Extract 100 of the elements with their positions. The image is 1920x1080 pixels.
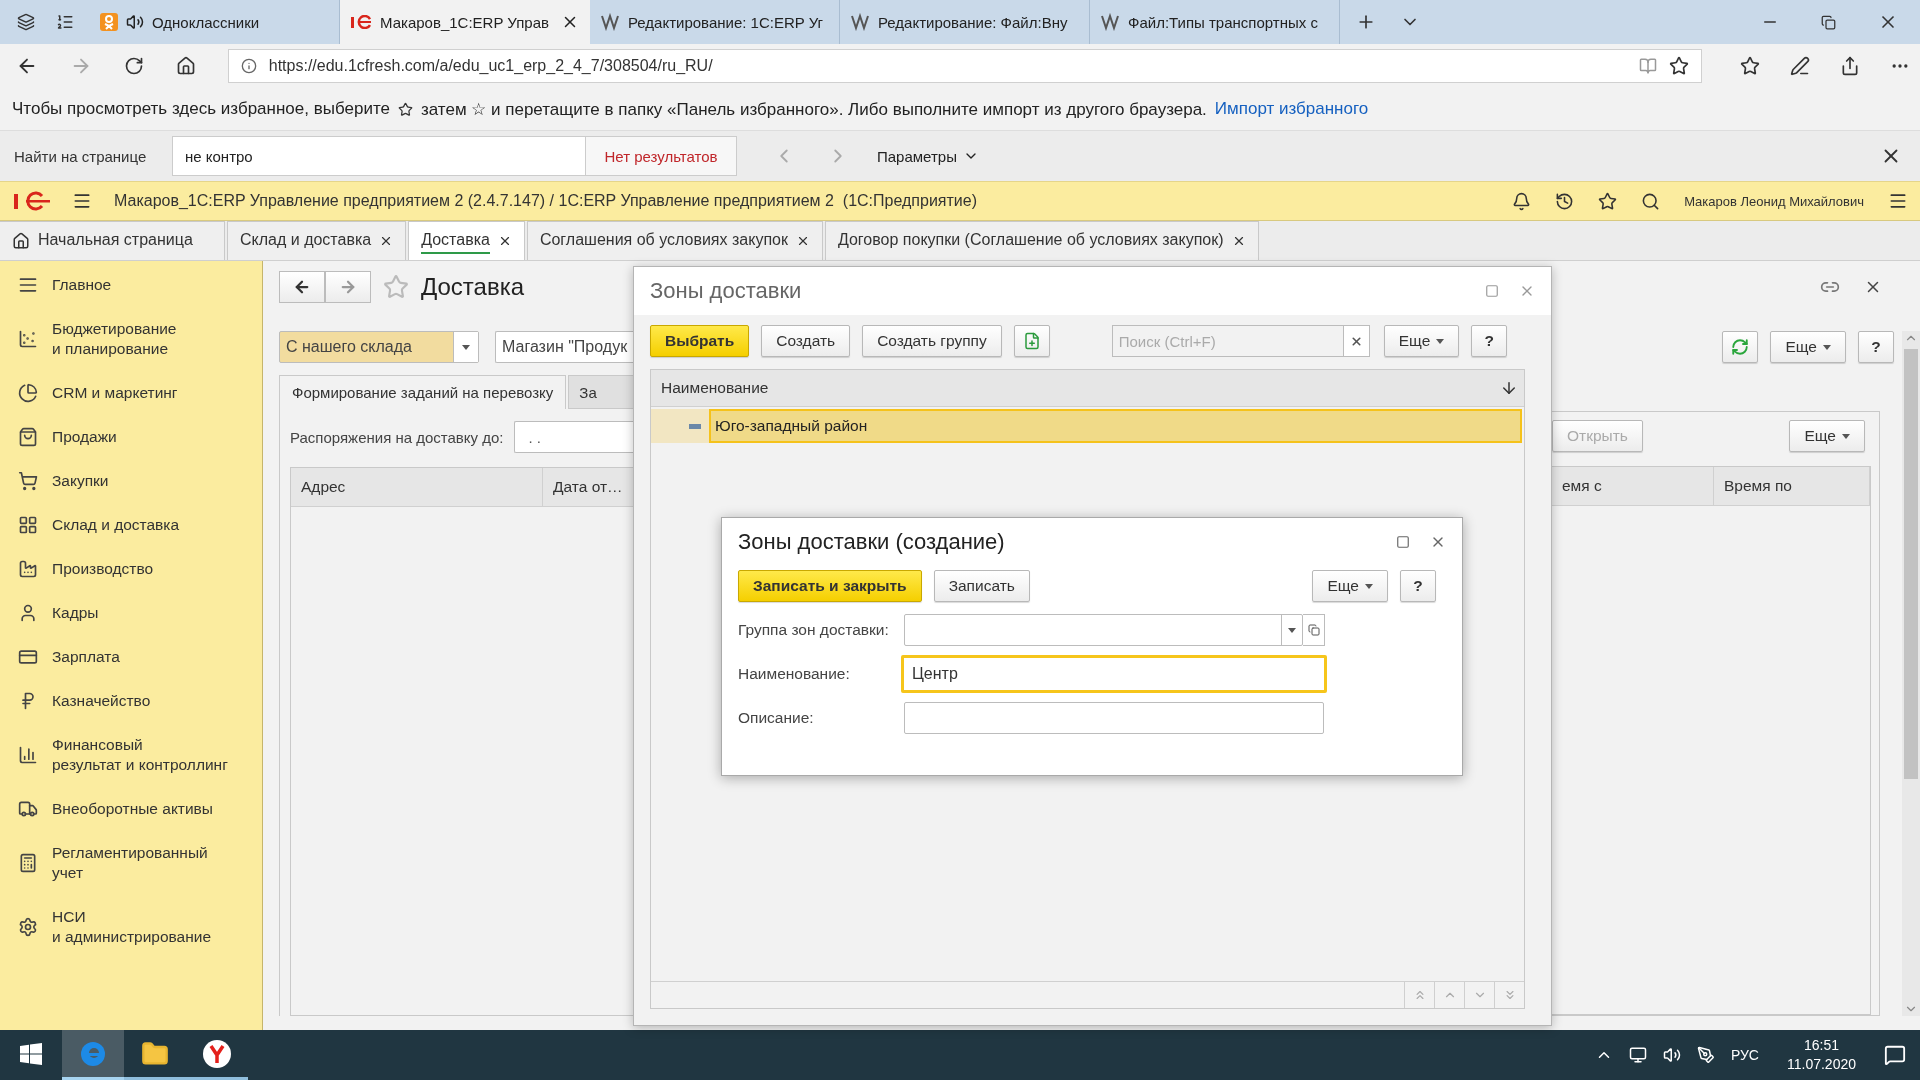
cart-icon[interactable] xyxy=(18,471,38,491)
options-button[interactable]: Параметры xyxy=(877,147,979,165)
clear-button[interactable] xyxy=(1343,325,1370,357)
star-icon[interactable] xyxy=(1598,191,1618,211)
start-icon[interactable] xyxy=(20,1042,42,1065)
form-title: Доставка xyxy=(421,273,525,301)
create-group-button[interactable]: Создать группу xyxy=(862,325,1002,357)
sidebar-item[interactable]: Финансовый результат и контроллинг xyxy=(52,735,228,775)
sidebar-item[interactable]: НСИ и администрирование xyxy=(52,907,212,947)
section-tab[interactable]: Договор покупки (Соглашение об условиях закупок) xyxy=(824,221,1259,260)
more-button[interactable]: Еще xyxy=(1770,331,1846,363)
network-icon[interactable] xyxy=(1628,1046,1647,1064)
sidebar-item[interactable]: Продажи xyxy=(52,427,117,447)
grid-icon[interactable] xyxy=(18,515,38,535)
list-icon[interactable] xyxy=(18,275,38,295)
section-tab[interactable]: Соглашения об условиях закупок xyxy=(526,221,823,260)
help-button[interactable]: ? xyxy=(1400,570,1436,602)
sidebar-item[interactable]: Зарплата xyxy=(52,647,120,667)
bag-icon[interactable] xyxy=(18,427,38,447)
restore-icon[interactable] xyxy=(1821,14,1836,30)
section-tab[interactable]: Склад и доставка xyxy=(227,221,407,260)
help-button[interactable]: ? xyxy=(1858,331,1894,363)
save-and-close-button[interactable]: Записать и закрыть xyxy=(738,570,922,602)
column-header: Время по xyxy=(1714,467,1870,505)
card-icon[interactable] xyxy=(18,647,38,667)
text-field[interactable]: Центр xyxy=(901,655,1327,693)
clear-icon xyxy=(1349,334,1363,348)
import-link[interactable]: Импорт избранного xyxy=(1214,99,1369,119)
speaker-icon[interactable] xyxy=(126,13,144,31)
open-icon[interactable] xyxy=(1307,624,1320,636)
sidebar-item[interactable]: Бюджетирование и планирование xyxy=(52,319,177,359)
clock-time[interactable]: 16:51 xyxy=(1803,1036,1839,1055)
sidebar-item[interactable]: Кадры xyxy=(52,603,99,623)
pie-chart-icon[interactable] xyxy=(18,383,38,403)
menu-icon[interactable] xyxy=(1888,191,1908,211)
bar-chart-icon[interactable] xyxy=(18,745,38,765)
person-icon[interactable] xyxy=(18,603,38,623)
sidebar-item[interactable]: Производство xyxy=(52,559,154,579)
find-status: Нет результатов xyxy=(585,136,737,176)
refresh-icon[interactable] xyxy=(124,56,144,76)
menu-icon[interactable] xyxy=(72,191,92,211)
home-icon[interactable] xyxy=(176,56,196,76)
add-file-button[interactable] xyxy=(1013,325,1050,357)
chart-icon[interactable] xyxy=(18,329,38,349)
pen-icon[interactable] xyxy=(1696,1046,1715,1064)
search-field[interactable]: Поиск (Ctrl+F) xyxy=(1111,325,1344,357)
speaker-icon[interactable] xyxy=(1662,1046,1681,1064)
date-field[interactable]: . . xyxy=(513,421,633,453)
truck-icon[interactable] xyxy=(18,799,38,819)
form-tab[interactable]: Формирование заданий на перевозку xyxy=(279,375,567,409)
star-icon[interactable] xyxy=(1669,56,1689,76)
create-button[interactable]: Создать xyxy=(761,325,851,357)
reading-view-icon[interactable] xyxy=(1639,57,1657,75)
favorites-icon[interactable] xyxy=(1740,56,1760,76)
select-button[interactable]: Выбрать xyxy=(650,325,750,357)
form-tab[interactable]: За xyxy=(568,375,633,409)
pen-icon[interactable] xyxy=(1790,56,1810,76)
star-icon[interactable] xyxy=(383,274,409,300)
factory-icon[interactable] xyxy=(18,559,38,579)
user-name[interactable]: Макаров Леонид Михайлович xyxy=(1684,193,1864,209)
language-indicator[interactable]: РУС xyxy=(1730,1047,1759,1063)
back-button[interactable] xyxy=(279,271,325,303)
search-icon[interactable] xyxy=(1641,191,1661,211)
store-field[interactable]: Магазин "Продук xyxy=(495,331,633,363)
scrollbar[interactable] xyxy=(1902,331,1920,1016)
notification-icon[interactable] xyxy=(1884,1044,1906,1066)
text-field[interactable] xyxy=(904,702,1324,734)
browser-tab[interactable]: Макаров_1С:ERP Управ xyxy=(340,0,590,44)
section-tab[interactable]: Доставка xyxy=(408,221,525,260)
table-row[interactable]: Юго-западный район xyxy=(709,409,1522,443)
more-button[interactable]: Еще xyxy=(1312,570,1388,602)
calculator-icon[interactable] xyxy=(18,853,38,873)
sidebar-item[interactable]: CRM и маркетинг xyxy=(52,383,178,403)
bell-icon[interactable] xyxy=(1512,191,1532,211)
folder-icon[interactable] xyxy=(141,1039,169,1068)
share-icon[interactable] xyxy=(1840,56,1860,76)
sidebar-item[interactable]: Внеоборотные активы xyxy=(52,799,213,819)
section-tab[interactable]: Начальная страница xyxy=(0,221,225,260)
address-field[interactable]: https://edu.1cfresh.com/a/edu_uc1_erp_2_4_7/308504/ru_RU/ xyxy=(227,49,1702,83)
history-icon[interactable] xyxy=(1555,191,1575,211)
tabs-aside-icon[interactable] xyxy=(16,13,35,31)
refresh-button[interactable] xyxy=(1722,331,1759,363)
round-app-icon[interactable] xyxy=(202,1038,232,1069)
sidebar-item[interactable]: Регламентированный учет xyxy=(52,843,208,883)
help-button[interactable]: ? xyxy=(1471,325,1508,357)
column-header[interactable]: Наименование xyxy=(661,379,769,397)
sidebar-item[interactable]: Закупки xyxy=(52,471,109,491)
more-button[interactable]: Еще xyxy=(1789,420,1865,452)
tab-list-icon[interactable] xyxy=(55,13,74,31)
sidebar-item[interactable]: Главное xyxy=(52,275,112,295)
sidebar-item[interactable]: Казначейство xyxy=(52,691,151,711)
find-field[interactable]: не контро xyxy=(172,136,585,176)
save-button[interactable]: Записать xyxy=(933,570,1030,602)
gear-icon[interactable] xyxy=(18,917,38,937)
clock-date[interactable]: 11.07.2020 xyxy=(1786,1055,1856,1074)
maximize-icon[interactable] xyxy=(1396,535,1410,549)
delivery-type-select[interactable]: С нашего склада xyxy=(279,331,479,363)
more-button[interactable]: Еще xyxy=(1383,325,1460,357)
app-title: Макаров_1С:ERP Управление предприятием 2 (2.4.7.147) / 1С:ERP Управление предприятием 2 (1С:Предприятие) xyxy=(114,192,977,210)
sidebar-item[interactable]: Склад и доставка xyxy=(52,515,180,535)
